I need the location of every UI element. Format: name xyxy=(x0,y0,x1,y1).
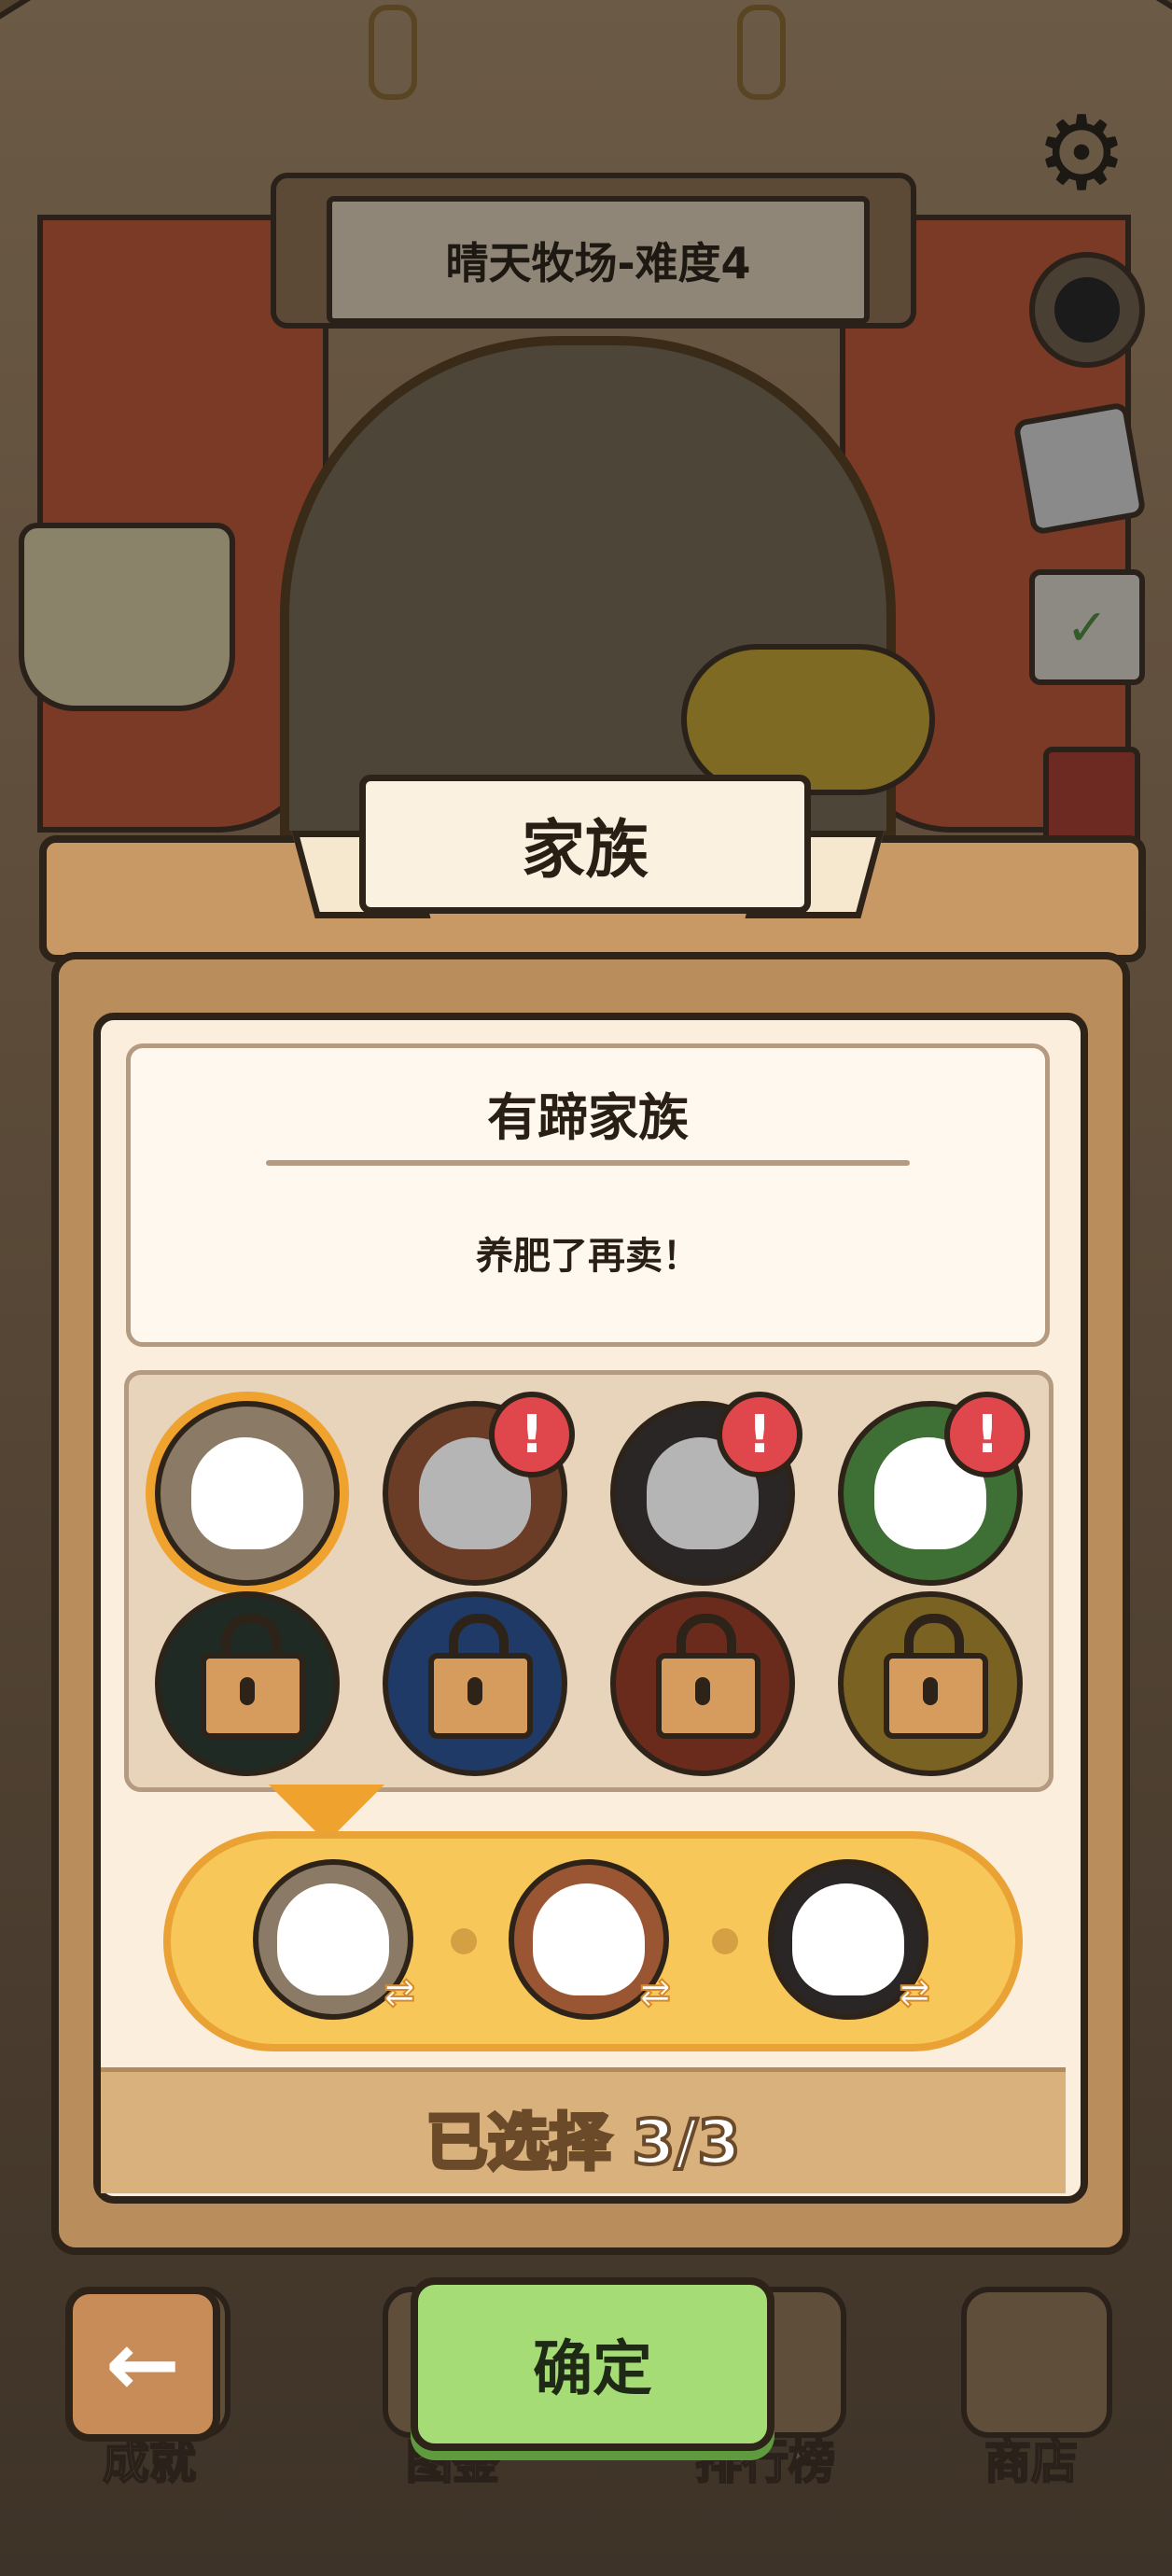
family-slot-amphibian[interactable]: ! xyxy=(838,1392,1030,1586)
gear-icon[interactable]: ⚙ xyxy=(1029,101,1134,205)
bird-icon xyxy=(533,1883,645,1995)
family-slot-predator[interactable]: ! xyxy=(610,1392,802,1586)
alert-badge: ! xyxy=(944,1392,1030,1477)
hoofed-animal-icon xyxy=(277,1883,389,1995)
family-slot-locked-4[interactable] xyxy=(838,1591,1023,1776)
roof-beam-left xyxy=(0,0,612,49)
modal-title: 家族 xyxy=(359,775,811,914)
penguin-avatar-icon[interactable] xyxy=(1029,252,1145,368)
selection-footer: 已选择 3/3 xyxy=(101,2067,1066,2193)
family-grid: ! ! ! xyxy=(124,1370,1053,1792)
predator-icon xyxy=(792,1883,904,1995)
sign-chain-right xyxy=(737,5,786,100)
family-slot-hoofed[interactable] xyxy=(155,1401,340,1586)
team-slot-3[interactable]: ⇄ xyxy=(768,1859,931,2020)
family-slot-locked-1[interactable] xyxy=(155,1591,340,1776)
selected-count: 已选择 3/3 xyxy=(425,2105,743,2180)
swap-icon: ⇄ xyxy=(638,1970,671,2015)
swap-icon: ⇄ xyxy=(898,1970,930,2015)
family-name: 有蹄家族 xyxy=(487,1088,689,1147)
alert-badge: ! xyxy=(489,1392,575,1477)
lock-icon xyxy=(656,1614,760,1739)
team-slot-1[interactable]: ⇄ xyxy=(253,1859,416,2020)
family-slot-locked-2[interactable] xyxy=(383,1591,567,1776)
selected-team-bar: ⇄ ⇄ ⇄ xyxy=(163,1831,1023,2051)
roof-beam-right xyxy=(575,0,1172,49)
calendar-check-icon[interactable]: ✓ xyxy=(1029,569,1145,685)
lamp-decoration xyxy=(19,523,235,711)
alert-badge: ! xyxy=(717,1392,802,1477)
swap-icon: ⇄ xyxy=(383,1970,415,2015)
hoofed-animal-icon xyxy=(191,1437,303,1549)
back-arrow-icon[interactable]: ← xyxy=(65,2287,220,2442)
modal-title-banner: 家族 xyxy=(291,775,885,918)
divider xyxy=(266,1160,910,1166)
separator-dot xyxy=(451,1928,477,1954)
lock-icon xyxy=(201,1614,305,1739)
nav-shop-label: 商店 xyxy=(984,2434,1079,2490)
sign-chain-left xyxy=(369,5,417,100)
megaphone-icon[interactable] xyxy=(1012,401,1147,536)
team-slot-2[interactable]: ⇄ xyxy=(509,1859,672,2020)
family-description: 养肥了再卖！ xyxy=(476,1235,700,1278)
nav-shop[interactable]: 商店 xyxy=(938,2277,1124,2490)
separator-dot xyxy=(712,1928,738,1954)
family-slot-locked-3[interactable] xyxy=(610,1591,795,1776)
lock-icon xyxy=(884,1614,988,1739)
shop-icon xyxy=(961,2287,1112,2438)
family-slot-bird[interactable]: ! xyxy=(383,1392,575,1586)
lock-icon xyxy=(428,1614,533,1739)
confirm-button[interactable]: 确定 xyxy=(411,2277,774,2451)
level-title: 晴天牧场-难度4 xyxy=(327,196,870,324)
family-info-card: 有蹄家族 养肥了再卖！ xyxy=(126,1043,1050,1347)
plant-decoration xyxy=(681,644,935,795)
